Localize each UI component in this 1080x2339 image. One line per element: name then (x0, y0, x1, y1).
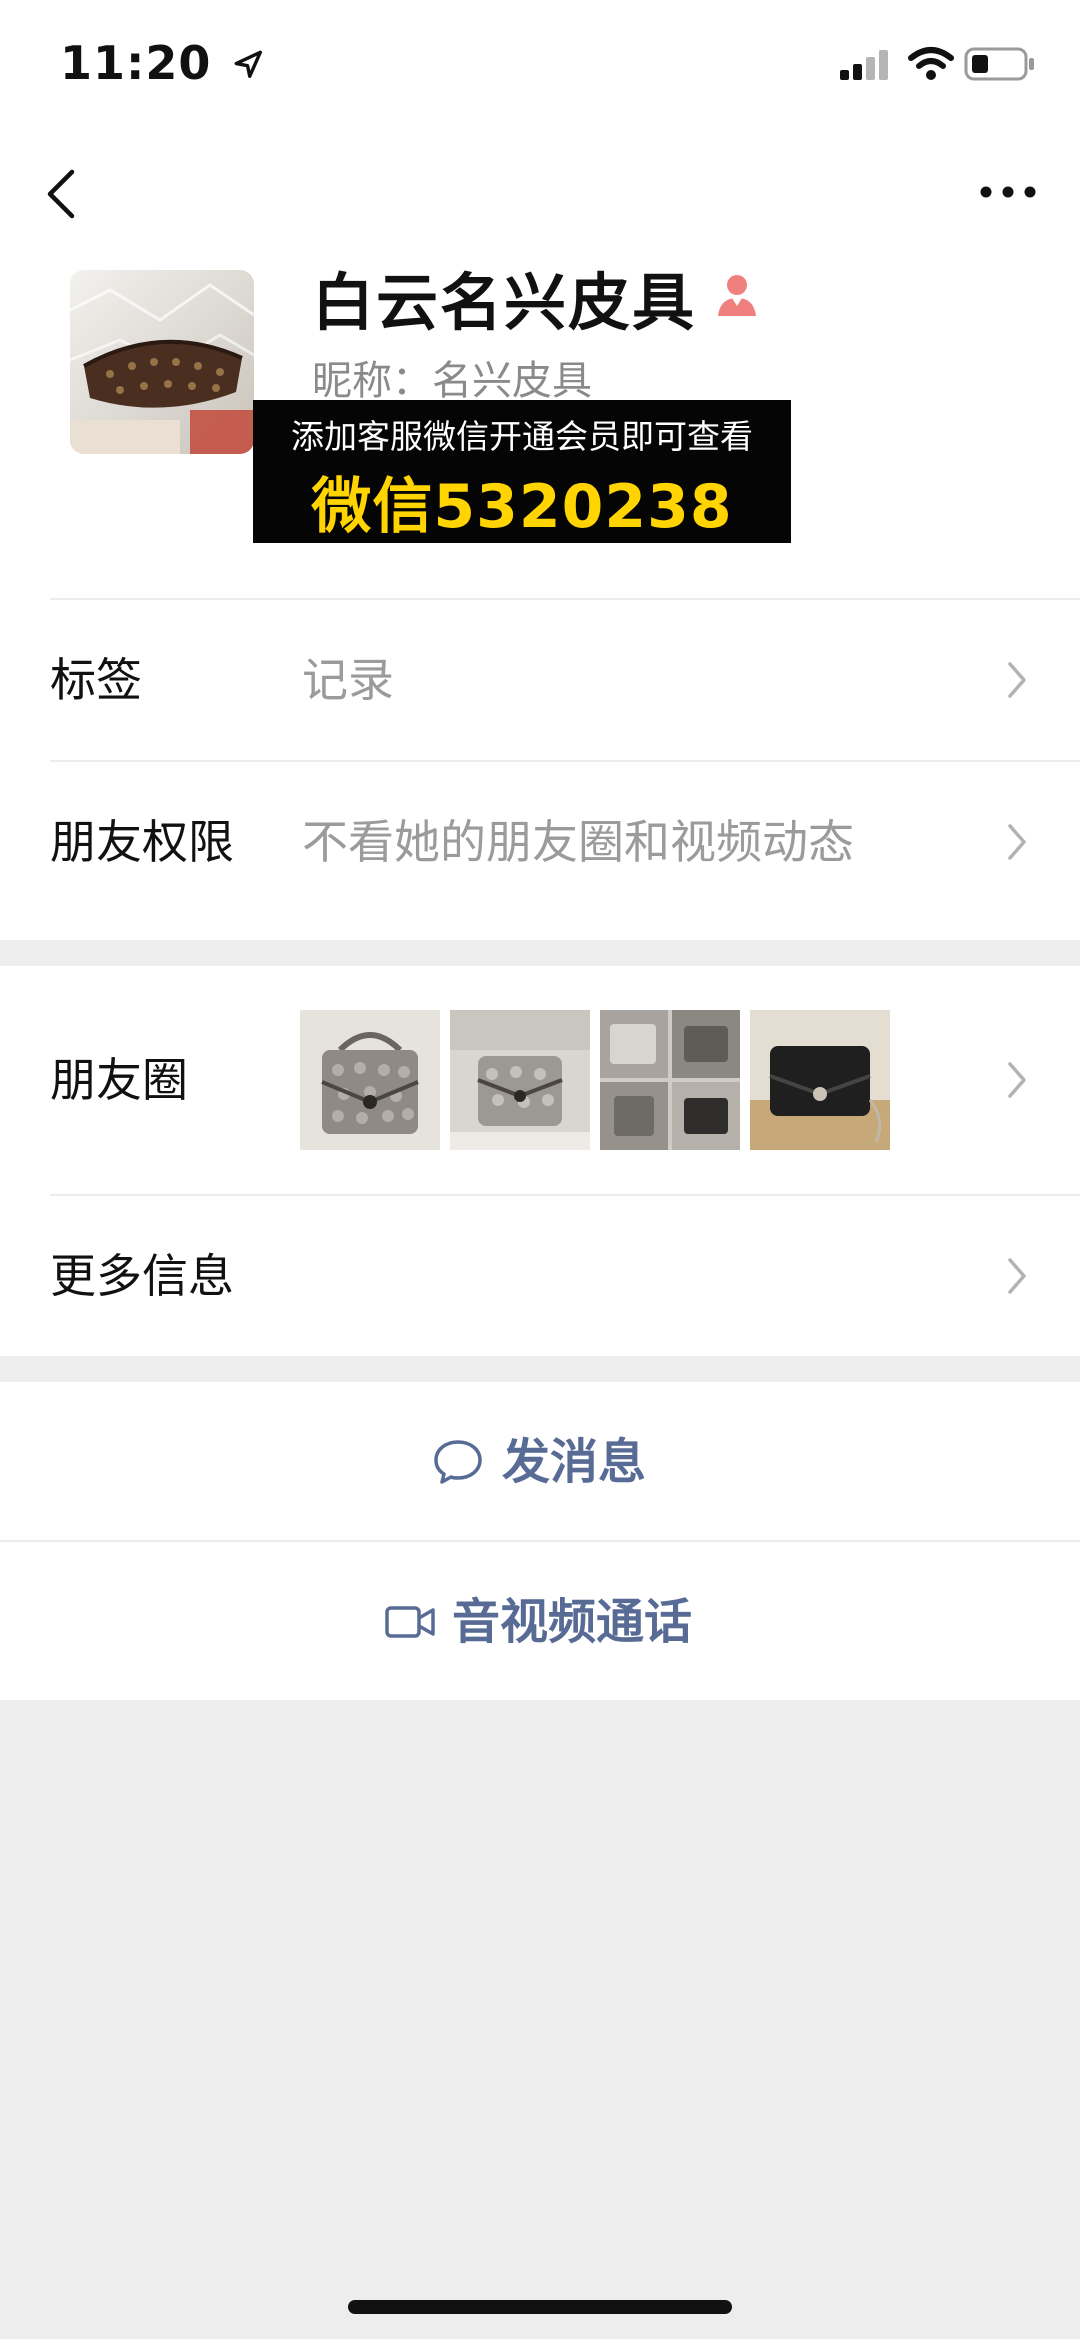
contact-profile-screen: 11:20 白云名兴皮具 昵称：名兴皮具 添加客服微信开通会员即可查看 微信53… (0, 0, 1080, 2339)
video-camera-icon (385, 1606, 435, 1638)
send-message-button[interactable]: 发消息 (0, 1382, 1080, 1542)
handbag-photo-2 (450, 1010, 590, 1150)
video-call-label: 音视频通话 (452, 1594, 693, 1650)
info-section: 标签 记录 朋友权限 不看她的朋友圈和视频动态 (0, 600, 1080, 940)
contact-nickname: 昵称：名兴皮具 (312, 358, 592, 404)
more-dots-icon[interactable] (978, 182, 1038, 202)
more-info-row[interactable]: 更多信息 (0, 1196, 1080, 1356)
signal-icon (840, 50, 888, 80)
avatar-bag-image (70, 283, 254, 454)
moments-section: 朋友圈 更多信息 (0, 966, 1080, 1356)
permissions-value: 不看她的朋友圈和视频动态 (302, 815, 854, 869)
more-info-label: 更多信息 (50, 1249, 234, 1303)
send-message-label: 发消息 (502, 1434, 647, 1490)
ad-banner-line2: 微信5320238 (311, 472, 733, 542)
permissions-row[interactable]: 朋友权限 不看她的朋友圈和视频动态 (0, 762, 1080, 922)
moments-label: 朋友圈 (50, 1053, 188, 1107)
permissions-label: 朋友权限 (50, 815, 234, 869)
handbag-photo-3 (600, 1010, 740, 1150)
home-indicator[interactable] (348, 2300, 732, 2314)
wifi-icon (908, 47, 954, 80)
tags-row[interactable]: 标签 记录 (0, 600, 1080, 760)
location-arrow-icon (235, 50, 263, 79)
video-call-button[interactable]: 音视频通话 (0, 1542, 1080, 1702)
status-bar: 11:20 (0, 0, 1080, 130)
moments-thumbnail (300, 1010, 440, 1150)
handbag-photo-4 (750, 1010, 890, 1150)
status-time: 11:20 (60, 36, 266, 90)
ad-banner: 添加客服微信开通会员即可查看 微信5320238 (253, 400, 791, 543)
chat-bubble-icon (434, 1440, 482, 1484)
chevron-right-icon (1008, 662, 1026, 698)
moments-thumbnail (750, 1010, 890, 1150)
avatar[interactable] (70, 270, 254, 454)
contact-name: 白云名兴皮具 (312, 266, 697, 339)
back-icon[interactable] (42, 166, 82, 222)
actions-section: 发消息 音视频通话 (0, 1382, 1080, 1700)
chevron-right-icon (1008, 1062, 1026, 1098)
female-icon (718, 275, 756, 316)
moments-row[interactable]: 朋友圈 (0, 966, 1080, 1194)
moments-thumbnail (600, 1010, 740, 1150)
ad-banner-line1: 添加客服微信开通会员即可查看 (291, 417, 753, 456)
status-icons (840, 44, 1040, 84)
chevron-right-icon (1008, 824, 1026, 860)
moments-thumbnail (450, 1010, 590, 1150)
tags-value: 记录 (302, 653, 394, 707)
handbag-photo-1 (300, 1010, 440, 1150)
profile-header: 白云名兴皮具 昵称：名兴皮具 添加客服微信开通会员即可查看 微信5320238 (0, 130, 1080, 600)
chevron-right-icon (1008, 1258, 1026, 1294)
tags-label: 标签 (50, 653, 142, 707)
battery-icon (964, 47, 1034, 81)
